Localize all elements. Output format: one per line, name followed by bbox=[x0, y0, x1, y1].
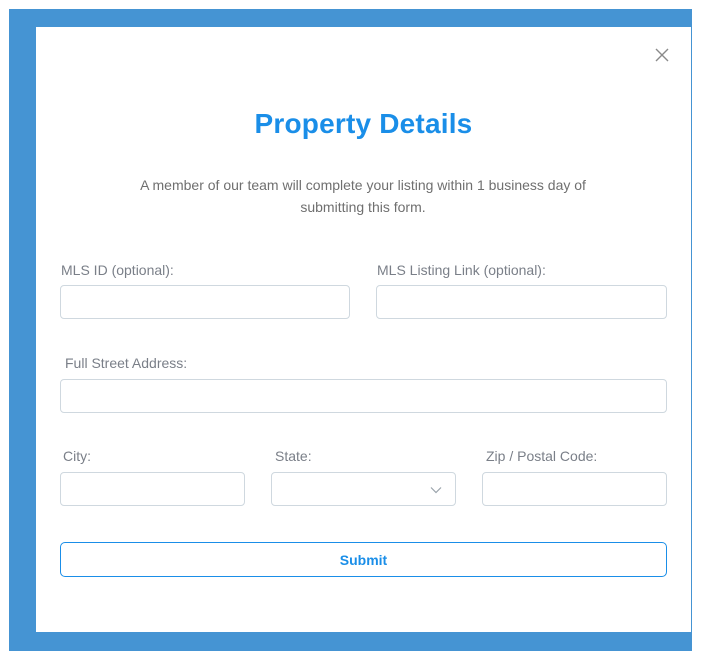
close-icon bbox=[655, 48, 669, 62]
modal-subtitle: A member of our team will complete your … bbox=[140, 177, 586, 215]
zip-input[interactable] bbox=[483, 473, 666, 505]
modal-title: Property Details bbox=[254, 108, 473, 139]
state-select[interactable] bbox=[271, 472, 456, 506]
full-street-address-input[interactable] bbox=[61, 380, 666, 412]
state-label: State: bbox=[275, 448, 312, 464]
mls-id-label: MLS ID (optional): bbox=[61, 262, 174, 278]
zip-field[interactable] bbox=[482, 472, 667, 506]
mls-id-input[interactable] bbox=[61, 286, 349, 318]
chevron-down-icon bbox=[430, 487, 442, 494]
full-street-address-field[interactable] bbox=[60, 379, 667, 413]
mls-id-field[interactable] bbox=[60, 285, 350, 319]
full-street-address-label: Full Street Address: bbox=[65, 355, 188, 371]
city-label: City: bbox=[63, 448, 91, 464]
mls-listing-link-input[interactable] bbox=[377, 286, 666, 318]
city-input[interactable] bbox=[61, 473, 244, 505]
zip-label: Zip / Postal Code: bbox=[486, 448, 598, 464]
city-field[interactable] bbox=[60, 472, 245, 506]
mls-listing-link-field[interactable] bbox=[376, 285, 667, 319]
mls-listing-link-label: MLS Listing Link (optional): bbox=[377, 262, 546, 278]
close-button[interactable] bbox=[653, 46, 671, 64]
submit-button[interactable]: Submit bbox=[60, 542, 667, 577]
